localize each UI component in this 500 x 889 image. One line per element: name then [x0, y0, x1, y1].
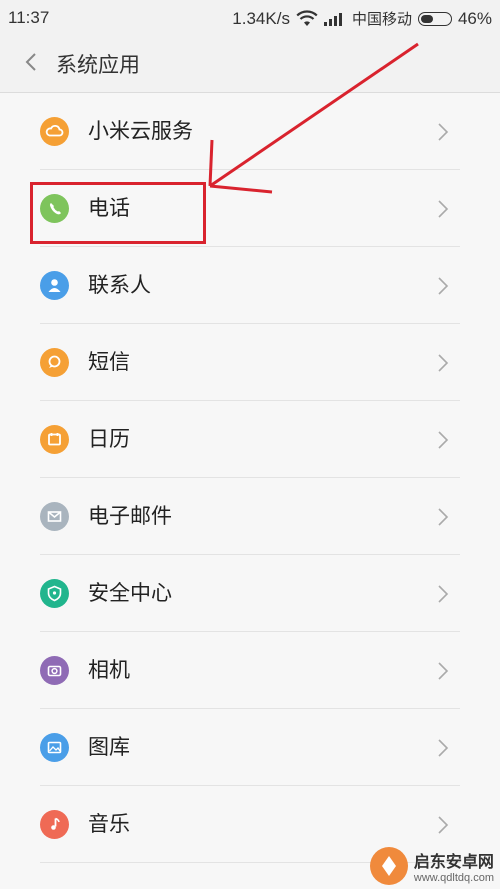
list-item-label: 图库 [88, 735, 130, 759]
list-item-label: 电话 [88, 196, 130, 220]
phone-icon [40, 194, 69, 223]
page-title: 系统应用 [56, 53, 140, 77]
calendar-icon [40, 425, 69, 454]
list-item-label: 相机 [88, 658, 130, 682]
header-bar: 系统应用 [0, 34, 500, 93]
wifi-icon [296, 10, 318, 26]
list-item-label: 安全中心 [88, 581, 172, 605]
list-item-label: 小米云服务 [88, 119, 193, 143]
list-item[interactable]: 电子邮件 [0, 478, 500, 555]
watermark-logo-icon [369, 847, 408, 885]
email-icon [40, 502, 69, 531]
network-speed: 1.34K/s [232, 8, 290, 28]
camera-icon [40, 656, 69, 685]
status-bar: 11:37 1.34K/s 中国移动 46% [0, 0, 500, 34]
list-item[interactable]: 小米云服务 [0, 93, 500, 170]
music-icon [40, 810, 69, 839]
app-list: 小米云服务电话联系人短信日历电子邮件安全中心相机图库音乐 [0, 93, 500, 863]
list-item-label: 短信 [88, 350, 130, 374]
list-item[interactable]: 短信 [0, 324, 500, 401]
gallery-icon [40, 733, 69, 762]
list-item[interactable]: 电话 [0, 170, 500, 247]
battery-percent: 46% [457, 8, 492, 28]
message-icon [40, 348, 69, 377]
watermark: 启东安卓网 www.qdltdq.com [369, 847, 494, 885]
list-item[interactable]: 安全中心 [0, 555, 500, 632]
security-icon [40, 579, 69, 608]
cloud-icon [40, 117, 69, 146]
contacts-icon [40, 271, 69, 300]
back-icon[interactable] [20, 50, 44, 74]
list-item[interactable]: 日历 [0, 401, 500, 478]
list-item[interactable]: 图库 [0, 709, 500, 786]
list-item[interactable]: 联系人 [0, 247, 500, 324]
watermark-url: www.qdltdq.com [413, 872, 494, 884]
list-item-label: 音乐 [88, 812, 130, 836]
watermark-brand: 启东安卓网 [413, 852, 494, 871]
status-right-group: 1.34K/s 中国移动 46% [232, 8, 492, 29]
signal-icon [323, 13, 342, 26]
list-item-label: 电子邮件 [88, 504, 172, 528]
carrier-name: 中国移动 [351, 10, 412, 28]
list-item[interactable]: 相机 [0, 632, 500, 709]
list-item-label: 日历 [88, 427, 130, 451]
status-time: 11:37 [8, 8, 50, 27]
list-item-label: 联系人 [88, 273, 151, 297]
battery-icon [417, 11, 452, 26]
